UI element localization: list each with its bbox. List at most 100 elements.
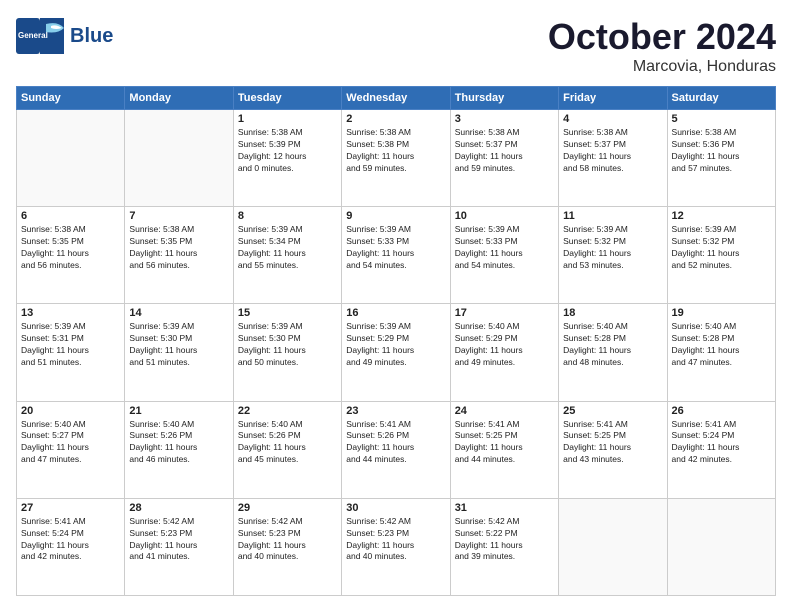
day-number: 18 [563, 307, 662, 319]
calendar-cell: 10 Sunrise: 5:39 AMSunset: 5:33 PMDayligh… [450, 207, 558, 304]
day-number: 24 [455, 405, 554, 417]
calendar-cell: 28 Sunrise: 5:42 AMSunset: 5:23 PMDayligh… [125, 498, 233, 595]
calendar-cell: 29Sunrise: 5:42 AMSunset: 5:23 PMDayligh… [233, 498, 341, 595]
calendar-week-row: 27 Sunrise: 5:41 AMSunset: 5:24 PMDayligh… [17, 498, 776, 595]
day-info: Sunrise: 5:39 AMSunset: 5:33 PMDaylight:… [346, 224, 445, 272]
day-number: 12 [672, 210, 771, 222]
calendar-cell: 2 Sunrise: 5:38 AMSunset: 5:38 PMDaylight… [342, 110, 450, 207]
day-info: Sunrise: 5:39 AMSunset: 5:30 PMDaylight:… [129, 321, 228, 369]
calendar-cell: 24 Sunrise: 5:41 AMSunset: 5:25 PMDayligh… [450, 401, 558, 498]
calendar-cell: 27 Sunrise: 5:41 AMSunset: 5:24 PMDayligh… [17, 498, 125, 595]
day-number: 23 [346, 405, 445, 417]
calendar-cell: 18 Sunrise: 5:40 AMSunset: 5:28 PMDayligh… [559, 304, 667, 401]
day-number: 10 [455, 210, 554, 222]
day-info: Sunrise: 5:41 AMSunset: 5:25 PMDaylight:… [455, 419, 554, 467]
header-saturday: Saturday [667, 87, 775, 110]
day-number: 20 [21, 405, 120, 417]
day-number: 4 [563, 113, 662, 125]
day-number: 8 [238, 210, 337, 222]
svg-text:General: General [18, 31, 48, 40]
calendar-cell [559, 498, 667, 595]
day-info: Sunrise: 5:38 AMSunset: 5:38 PMDaylight:… [346, 127, 445, 175]
day-number: 25 [563, 405, 662, 417]
day-number: 9 [346, 210, 445, 222]
day-info: Sunrise: 5:40 AMSunset: 5:29 PMDaylight:… [455, 321, 554, 369]
day-info: Sunrise: 5:40 AMSunset: 5:26 PMDaylight:… [129, 419, 228, 467]
header-sunday: Sunday [17, 87, 125, 110]
calendar-cell: 20 Sunrise: 5:40 AMSunset: 5:27 PMDayligh… [17, 401, 125, 498]
day-info: Sunrise: 5:39 AMSunset: 5:30 PMDaylight:… [238, 321, 337, 369]
calendar-week-row: 6 Sunrise: 5:38 AMSunset: 5:35 PMDaylight… [17, 207, 776, 304]
day-info: Sunrise: 5:41 AMSunset: 5:24 PMDaylight:… [672, 419, 771, 467]
day-number: 5 [672, 113, 771, 125]
day-info: Sunrise: 5:40 AMSunset: 5:26 PMDaylight:… [238, 419, 337, 467]
calendar-cell: 6 Sunrise: 5:38 AMSunset: 5:35 PMDaylight… [17, 207, 125, 304]
header-friday: Friday [559, 87, 667, 110]
day-info: Sunrise: 5:38 AMSunset: 5:36 PMDaylight:… [672, 127, 771, 175]
logo: General Blue [16, 16, 113, 56]
day-info: Sunrise: 5:39 AMSunset: 5:33 PMDaylight:… [455, 224, 554, 272]
calendar-cell: 3Sunrise: 5:38 AMSunset: 5:37 PMDaylight… [450, 110, 558, 207]
day-info: Sunrise: 5:39 AMSunset: 5:32 PMDaylight:… [563, 224, 662, 272]
day-number: 17 [455, 307, 554, 319]
header: General Blue October 2024 Marcovia, Hond… [16, 16, 776, 76]
calendar-cell: 12Sunrise: 5:39 AMSunset: 5:32 PMDayligh… [667, 207, 775, 304]
day-number: 19 [672, 307, 771, 319]
calendar-header-row: Sunday Monday Tuesday Wednesday Thursday… [17, 87, 776, 110]
day-info: Sunrise: 5:38 AMSunset: 5:39 PMDaylight:… [238, 127, 337, 175]
calendar-week-row: 1Sunrise: 5:38 AMSunset: 5:39 PMDaylight… [17, 110, 776, 207]
title-section: October 2024 Marcovia, Honduras [548, 16, 776, 76]
calendar-cell: 16Sunrise: 5:39 AMSunset: 5:29 PMDayligh… [342, 304, 450, 401]
month-title: October 2024 [548, 16, 776, 58]
calendar-table: Sunday Monday Tuesday Wednesday Thursday… [16, 86, 776, 596]
calendar-cell: 25Sunrise: 5:41 AMSunset: 5:25 PMDayligh… [559, 401, 667, 498]
day-info: Sunrise: 5:40 AMSunset: 5:28 PMDaylight:… [563, 321, 662, 369]
day-number: 28 [129, 502, 228, 514]
day-info: Sunrise: 5:40 AMSunset: 5:27 PMDaylight:… [21, 419, 120, 467]
day-number: 30 [346, 502, 445, 514]
day-number: 21 [129, 405, 228, 417]
day-info: Sunrise: 5:42 AMSunset: 5:23 PMDaylight:… [129, 516, 228, 564]
calendar-week-row: 20 Sunrise: 5:40 AMSunset: 5:27 PMDayligh… [17, 401, 776, 498]
calendar-cell: 22 Sunrise: 5:40 AMSunset: 5:26 PMDayligh… [233, 401, 341, 498]
day-info: Sunrise: 5:38 AMSunset: 5:37 PMDaylight:… [563, 127, 662, 175]
day-number: 7 [129, 210, 228, 222]
calendar-cell: 17 Sunrise: 5:40 AMSunset: 5:29 PMDayligh… [450, 304, 558, 401]
day-number: 26 [672, 405, 771, 417]
header-wednesday: Wednesday [342, 87, 450, 110]
logo-brand: Blue [70, 26, 113, 46]
calendar-cell: 9 Sunrise: 5:39 AMSunset: 5:33 PMDaylight… [342, 207, 450, 304]
day-info: Sunrise: 5:40 AMSunset: 5:28 PMDaylight:… [672, 321, 771, 369]
calendar-cell: 11 Sunrise: 5:39 AMSunset: 5:32 PMDayligh… [559, 207, 667, 304]
day-number: 27 [21, 502, 120, 514]
calendar-cell: 31 Sunrise: 5:42 AMSunset: 5:22 PMDayligh… [450, 498, 558, 595]
day-number: 2 [346, 113, 445, 125]
calendar-cell [667, 498, 775, 595]
header-thursday: Thursday [450, 87, 558, 110]
day-info: Sunrise: 5:42 AMSunset: 5:22 PMDaylight:… [455, 516, 554, 564]
day-number: 6 [21, 210, 120, 222]
header-monday: Monday [125, 87, 233, 110]
day-info: Sunrise: 5:41 AMSunset: 5:24 PMDaylight:… [21, 516, 120, 564]
location: Marcovia, Honduras [548, 58, 776, 76]
page: General Blue October 2024 Marcovia, Hond… [0, 0, 792, 612]
day-info: Sunrise: 5:39 AMSunset: 5:34 PMDaylight:… [238, 224, 337, 272]
calendar-cell: 19 Sunrise: 5:40 AMSunset: 5:28 PMDayligh… [667, 304, 775, 401]
day-number: 29 [238, 502, 337, 514]
day-number: 11 [563, 210, 662, 222]
calendar-cell [125, 110, 233, 207]
day-number: 16 [346, 307, 445, 319]
logo-svg: General [16, 16, 66, 56]
calendar-cell [17, 110, 125, 207]
day-number: 22 [238, 405, 337, 417]
calendar-cell: 26 Sunrise: 5:41 AMSunset: 5:24 PMDayligh… [667, 401, 775, 498]
calendar-week-row: 13Sunrise: 5:39 AMSunset: 5:31 PMDayligh… [17, 304, 776, 401]
day-number: 13 [21, 307, 120, 319]
calendar-cell: 21 Sunrise: 5:40 AMSunset: 5:26 PMDayligh… [125, 401, 233, 498]
day-number: 31 [455, 502, 554, 514]
day-info: Sunrise: 5:38 AMSunset: 5:35 PMDaylight:… [21, 224, 120, 272]
calendar-cell: 5 Sunrise: 5:38 AMSunset: 5:36 PMDaylight… [667, 110, 775, 207]
header-tuesday: Tuesday [233, 87, 341, 110]
day-number: 15 [238, 307, 337, 319]
calendar-cell: 14Sunrise: 5:39 AMSunset: 5:30 PMDayligh… [125, 304, 233, 401]
